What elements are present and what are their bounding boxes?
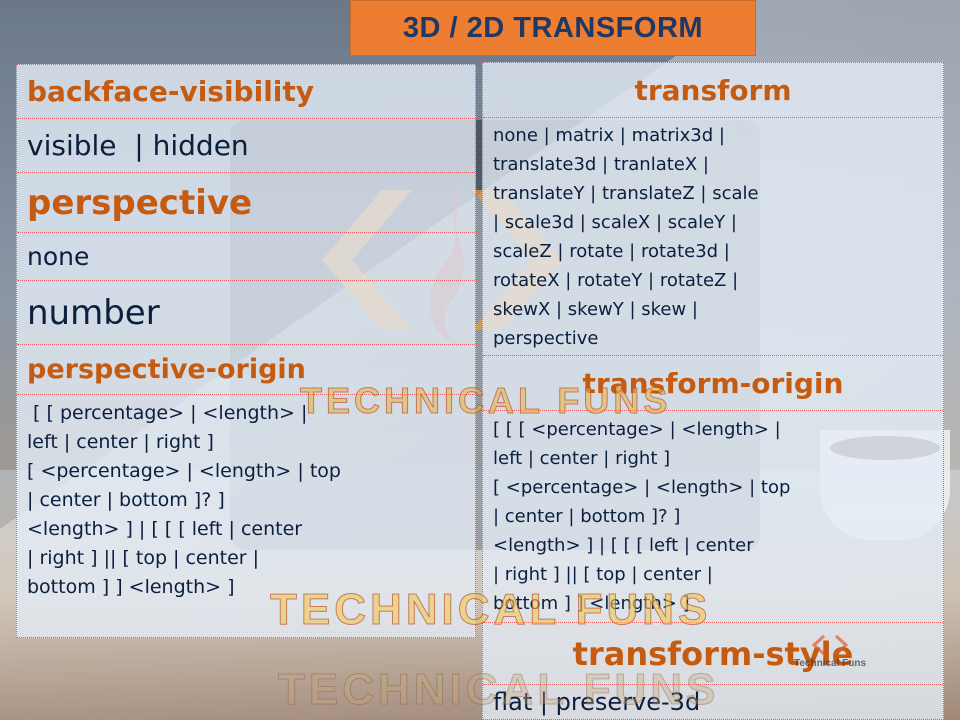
title-banner: 3D / 2D TRANSFORM [350, 0, 756, 56]
perspective-origin-header: perspective-origin [27, 354, 306, 385]
backface-visibility-header: backface-visibility [27, 75, 315, 108]
watermark-technical-funs-mid: TECHNICAL FUNS [299, 380, 672, 422]
backface-visibility-row: backface-visibility [17, 65, 475, 119]
perspective-none-value: none [27, 242, 90, 271]
perspective-row: perspective [17, 173, 475, 233]
backface-values-row: visible | hidden [17, 119, 475, 173]
perspective-origin-syntax: [ [ percentage> | <length> | left | cent… [27, 402, 341, 598]
logo-small-text: Technical Funs [793, 658, 867, 669]
left-property-panel: backface-visibility visible | hidden per… [16, 64, 476, 638]
watermark-technical-funs-faded: TECHNICAL FUNS [277, 665, 720, 715]
perspective-none-row: none [17, 233, 475, 281]
transform-values-row: none | matrix | matrix3d | translate3d |… [483, 118, 943, 356]
transform-values: none | matrix | matrix3d | translate3d |… [493, 125, 759, 349]
perspective-number-value: number [27, 292, 160, 333]
perspective-header: perspective [27, 182, 253, 223]
transform-row: transform [483, 63, 943, 118]
watermark-technical-funs-bottom: TECHNICAL FUNS [269, 585, 712, 635]
chevron-code-icon [811, 634, 849, 656]
transform-header: transform [634, 73, 792, 107]
perspective-number-row: number [17, 281, 475, 345]
backface-visibility-values: visible | hidden [27, 129, 249, 162]
technical-funs-logo: Technical Funs [790, 632, 870, 682]
page-title: 3D / 2D TRANSFORM [402, 11, 704, 44]
